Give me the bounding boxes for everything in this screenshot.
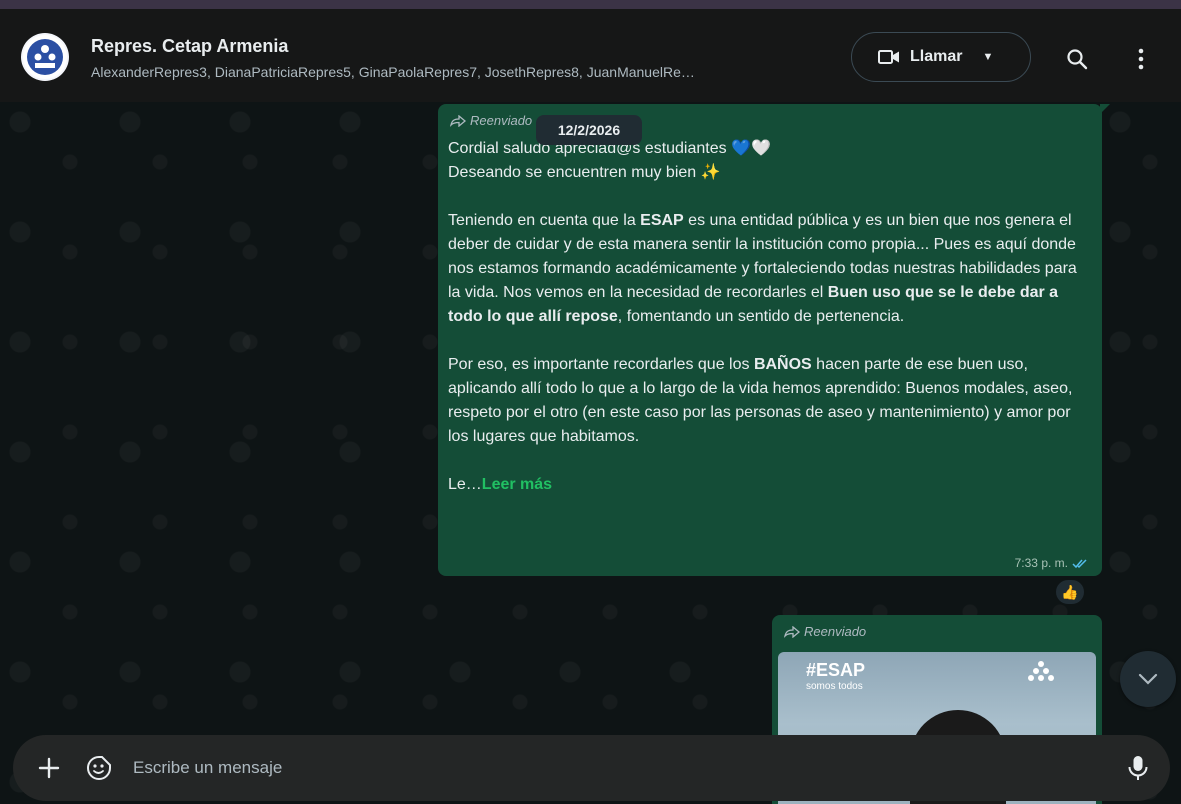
forwarded-indicator: Reenviado [450, 113, 532, 128]
chevron-down-icon[interactable]: ▼ [982, 51, 993, 63]
esap-logo-icon [1028, 661, 1054, 681]
date-chip: 12/2/2026 [536, 115, 642, 145]
chat-members-list[interactable]: AlexanderRepres3, DianaPatriciaRepres5, … [91, 64, 821, 80]
message-paragraph: Le…Leer más [448, 473, 1093, 497]
menu-button[interactable] [1128, 42, 1154, 76]
message-input[interactable] [133, 751, 1093, 785]
double-check-icon [1072, 558, 1087, 568]
message-meta: 7:33 p. m. [1015, 556, 1090, 570]
chat-header: Repres. Cetap Armenia AlexanderRepres3, … [0, 9, 1181, 102]
message-composer [13, 735, 1170, 801]
text-span: Le… [448, 476, 482, 493]
text-span: , fomentando un sentido de pertenencia. [617, 308, 905, 325]
bubble-tail [1100, 104, 1110, 114]
plus-icon[interactable] [35, 754, 63, 782]
media-subtag-text: somos todos [806, 681, 863, 692]
text-span: Teniendo en cuenta que la [448, 212, 641, 229]
reaction-badge[interactable]: 👍 [1054, 578, 1086, 606]
forward-icon [784, 625, 800, 638]
microphone-icon[interactable] [1125, 754, 1151, 782]
message-text: Cordial saludo apreciad@s estudiantes 💙🤍… [448, 137, 1093, 497]
video-camera-icon [878, 50, 899, 64]
call-button[interactable]: Llamar ▼ [851, 32, 1031, 82]
message-line: Deseando se encuentren muy bien ✨ [448, 164, 721, 181]
message-time: 7:33 p. m. [1014, 556, 1068, 570]
message-paragraph: Teniendo en cuenta que la ESAP es una en… [448, 209, 1093, 329]
message-paragraph: Por eso, es importante recordarles que l… [448, 353, 1093, 449]
sticker-icon[interactable] [85, 754, 113, 782]
forward-icon [450, 114, 466, 127]
whatsapp-window: Repres. Cetap Armenia AlexanderRepres3, … [0, 0, 1181, 804]
forwarded-label: Reenviado [470, 113, 533, 128]
text-span: Por eso, es importante recordarles que l… [448, 356, 754, 373]
window-top-strip [0, 0, 1181, 9]
call-button-label: Llamar [910, 48, 963, 65]
message-bubble[interactable]: Reenviado Cordial saludo apreciad@s estu… [438, 104, 1110, 576]
search-icon [1067, 49, 1088, 70]
forwarded-indicator: Reenviado [784, 624, 866, 639]
media-tag-text: #ESAP [806, 660, 866, 680]
chevron-down-icon [1138, 673, 1158, 685]
group-logo-icon [23, 35, 67, 79]
bold-text: BAÑOS [753, 356, 812, 373]
scroll-to-bottom-button[interactable] [1120, 651, 1176, 707]
forwarded-label: Reenviado [804, 624, 867, 639]
kebab-menu-icon [1138, 48, 1144, 70]
search-button[interactable] [1060, 42, 1094, 76]
group-avatar[interactable] [21, 33, 69, 81]
read-more-link[interactable]: Leer más [482, 476, 552, 493]
media-hashtag: #ESAP somos todos [806, 660, 865, 692]
chat-title[interactable]: Repres. Cetap Armenia [91, 36, 288, 57]
bold-text: ESAP [640, 212, 684, 229]
